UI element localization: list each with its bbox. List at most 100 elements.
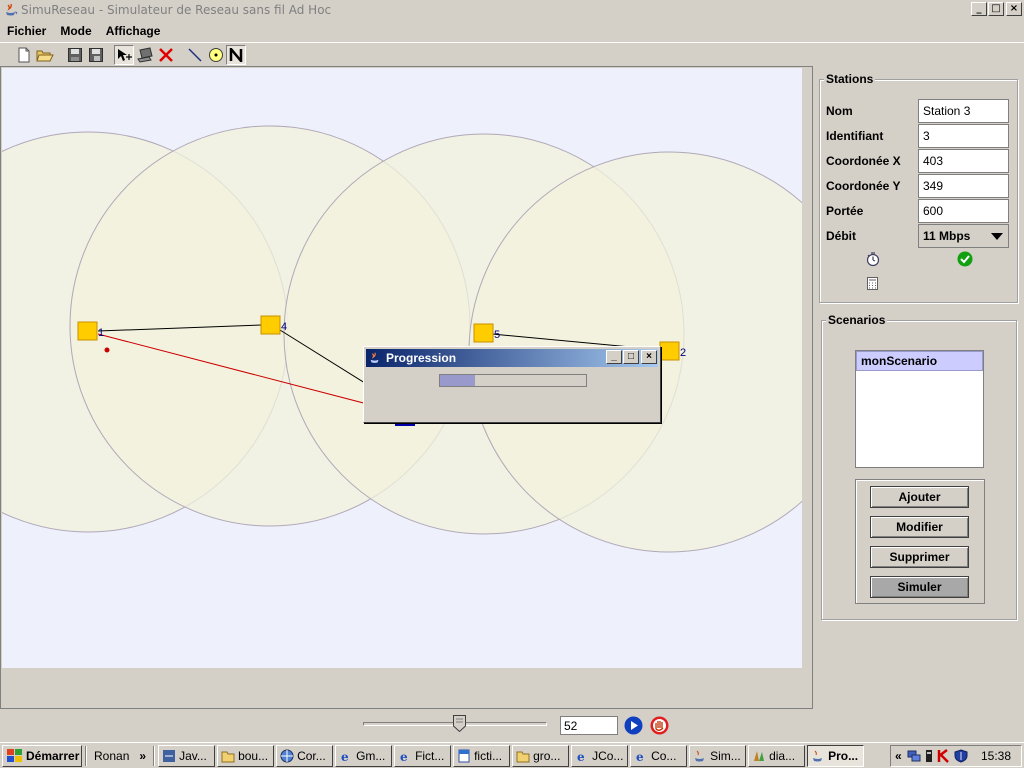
task-label: Pro... <box>828 748 859 763</box>
task-java[interactable]: Jav... <box>158 744 216 767</box>
start-button[interactable]: Démarrer <box>2 744 82 767</box>
calculator-icon[interactable] <box>867 277 879 291</box>
window-titlebar[interactable]: SimuReseau - Simulateur de Reseau sans f… <box>0 0 1024 19</box>
task-simureseau[interactable]: Sim... <box>689 744 747 767</box>
java-icon <box>370 352 379 363</box>
supprimer-button[interactable]: Supprimer <box>870 546 969 568</box>
toolbar <box>0 42 1024 66</box>
progress-dialog-titlebar[interactable]: Progression _ □ × <box>366 349 658 367</box>
time-slider-thumb[interactable] <box>453 715 466 732</box>
progress-bar <box>439 374 587 387</box>
task-ie-fict[interactable]: e Fict... <box>394 744 452 767</box>
link-tool[interactable] <box>185 45 205 65</box>
line-icon <box>188 48 202 62</box>
menu-fichier[interactable]: Fichier <box>0 24 53 38</box>
taskbar-separator <box>85 745 87 766</box>
task-diagram[interactable]: dia... <box>748 744 806 767</box>
delete-tool[interactable] <box>156 45 176 65</box>
speed-field[interactable]: 52 <box>560 716 618 735</box>
network-icon[interactable] <box>907 749 921 763</box>
validate-check-icon[interactable] <box>957 251 973 267</box>
dialog-maximize-button[interactable]: □ <box>623 350 639 364</box>
quicklaunch-user[interactable]: Ronan » <box>90 749 150 763</box>
java-app-icon <box>163 749 176 762</box>
menu-bar: Fichier Mode Affichage <box>0 20 1024 41</box>
n-letter-icon <box>229 48 243 62</box>
menu-mode[interactable]: Mode <box>53 24 98 38</box>
coord-y-row: Coordonée Y 349 <box>826 173 1014 198</box>
task-browser[interactable]: Cor... <box>276 744 334 767</box>
dialog-minimize-button[interactable]: _ <box>606 350 622 364</box>
taskbar: Démarrer Ronan » Jav... bou... Cor... eG… <box>0 742 1024 768</box>
tray-expand-chevron[interactable]: « <box>895 749 902 763</box>
stop-hand-icon[interactable] <box>650 716 669 735</box>
ajouter-button[interactable]: Ajouter <box>870 486 969 508</box>
save-as-button[interactable] <box>86 45 106 65</box>
playback-bar: 52 <box>0 710 1024 742</box>
portee-field[interactable]: 600 <box>918 198 1009 223</box>
task-ie-co[interactable]: e Co... <box>630 744 688 767</box>
stopwatch-icon[interactable] <box>865 251 881 267</box>
nom-field[interactable]: Station 3 <box>918 98 1009 123</box>
ie-icon: e <box>341 750 349 763</box>
station-label: 4 <box>281 321 287 333</box>
open-file-button[interactable] <box>35 45 55 65</box>
folder-icon <box>221 751 235 762</box>
identifiant-row: Identifiant 3 <box>826 123 1014 148</box>
task-ie-jco[interactable]: e JCo... <box>571 744 629 767</box>
svg-text:e: e <box>577 750 585 763</box>
svg-text:e: e <box>341 750 349 763</box>
taskbar-separator <box>153 745 156 766</box>
task-progression[interactable]: Pro... <box>807 744 865 767</box>
portee-row: Portée 600 <box>826 198 1014 223</box>
task-folder-gro[interactable]: gro... <box>512 744 570 767</box>
maximize-button[interactable]: □ <box>988 2 1004 16</box>
progress-dialog[interactable]: Progression _ □ × <box>363 346 661 423</box>
computer-tool[interactable] <box>135 45 155 65</box>
menu-affichage[interactable]: Affichage <box>99 24 168 38</box>
task-label: JCo... <box>592 748 624 763</box>
java-icon <box>813 750 823 761</box>
station-label: 2 <box>680 347 686 359</box>
scenario-item[interactable]: monScenario <box>856 351 983 371</box>
task-label: ficti... <box>474 748 503 763</box>
new-file-button[interactable] <box>14 45 34 65</box>
coord-y-label: Coordonée Y <box>826 178 901 193</box>
save-button[interactable] <box>65 45 85 65</box>
simuler-button[interactable]: Simuler <box>870 576 969 598</box>
properties-panel: Stations Nom Station 3 Identifiant 3 Coo… <box>813 66 1024 709</box>
scenario-list[interactable]: monScenario <box>855 350 984 468</box>
java-icon <box>6 3 18 15</box>
clock[interactable]: 15:38 <box>981 749 1011 763</box>
scenarios-group: Scenarios monScenario Ajouter Modifier S… <box>821 313 1017 620</box>
system-tray: « 15:38 <box>890 745 1022 767</box>
modifier-button[interactable]: Modifier <box>870 516 969 538</box>
node-label-tool[interactable] <box>226 45 246 65</box>
task-document[interactable]: ficti... <box>453 744 511 767</box>
task-label: Sim... <box>710 748 741 763</box>
close-button[interactable]: × <box>1006 2 1022 16</box>
select-move-tool[interactable] <box>114 45 134 65</box>
task-ie-gmail[interactable]: e Gm... <box>335 744 393 767</box>
minimize-button[interactable]: _ <box>971 2 987 16</box>
windows-flag-icon <box>7 748 23 763</box>
window-title: SimuReseau - Simulateur de Reseau sans f… <box>21 2 332 17</box>
usb-device-icon[interactable] <box>924 749 934 763</box>
range-tool[interactable] <box>206 45 226 65</box>
task-folder[interactable]: bou... <box>217 744 275 767</box>
move-arrow-icon <box>118 49 132 61</box>
coord-x-field[interactable]: 403 <box>918 148 1009 173</box>
debit-select[interactable]: 11 Mbps <box>918 223 1009 248</box>
shield-icon[interactable] <box>954 749 968 763</box>
coord-y-field[interactable]: 349 <box>918 173 1009 198</box>
task-label: gro... <box>533 748 561 763</box>
task-label: Cor... <box>297 748 326 763</box>
toolbar-chevron[interactable]: » <box>139 749 146 763</box>
ie-icon: e <box>636 750 644 763</box>
folder-icon <box>516 751 530 762</box>
task-label: dia... <box>769 748 796 763</box>
identifiant-field[interactable]: 3 <box>918 123 1009 148</box>
play-icon[interactable] <box>624 716 643 735</box>
antivirus-k-icon[interactable] <box>937 749 951 763</box>
dialog-close-button[interactable]: × <box>641 350 657 364</box>
